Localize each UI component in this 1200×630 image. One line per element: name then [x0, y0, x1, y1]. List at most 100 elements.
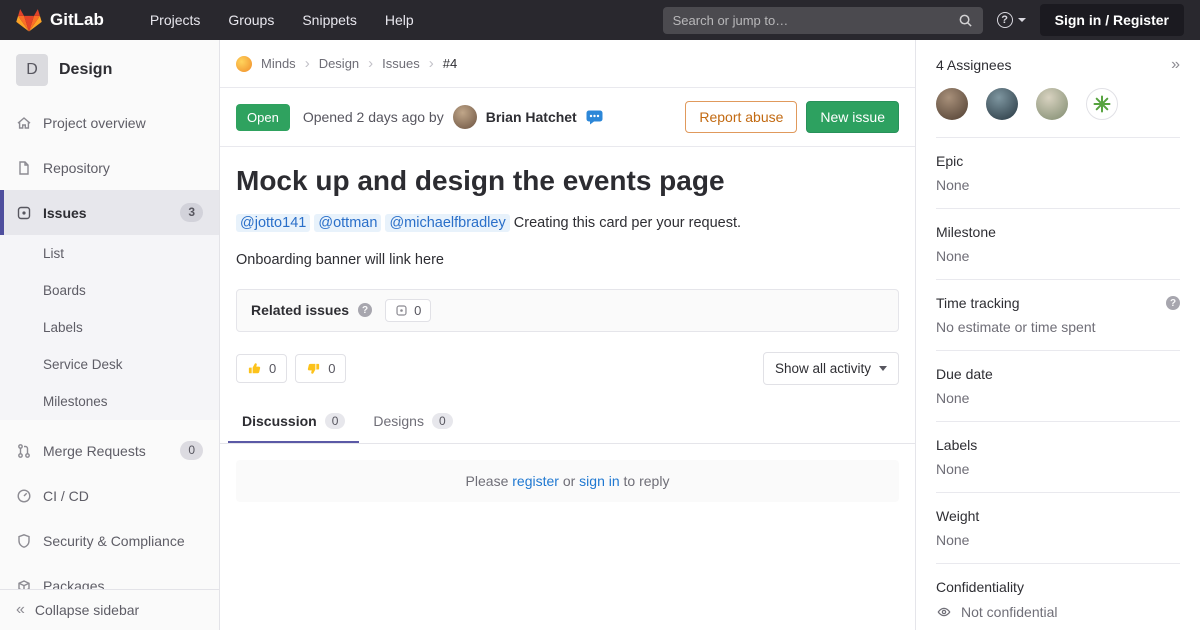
sidebar-item-label: Security & Compliance [43, 533, 185, 549]
gauge-icon [16, 488, 32, 504]
collapse-right-sidebar-icon[interactable]: » [1171, 57, 1180, 73]
section-label: Epic [936, 153, 1180, 169]
issue-status-row: Open Opened 2 days ago by Brian Hatchet … [220, 88, 915, 147]
assignee-avatar[interactable] [1086, 88, 1118, 120]
assignees-header: 4 Assignees » [936, 57, 1180, 73]
related-issues-count: 0 [414, 303, 421, 318]
nav-item-snippets[interactable]: Snippets [302, 12, 356, 28]
collapse-sidebar-button[interactable]: « Collapse sidebar [0, 589, 219, 630]
sidebar-item-ci-cd[interactable]: CI / CD [0, 473, 219, 518]
sidebar-section-weight: Weight None [936, 492, 1180, 563]
sidebar-section-labels: Labels None [936, 421, 1180, 492]
tab-designs[interactable]: Designs 0 [359, 401, 466, 443]
eye-icon [936, 605, 952, 619]
sign-in-register-button[interactable]: Sign in / Register [1040, 4, 1184, 36]
activity-filter-dropdown[interactable]: Show all activity [763, 352, 899, 385]
search-input[interactable] [673, 13, 958, 28]
project-avatar: D [16, 54, 48, 86]
reply-prompt: Please register or sign in to reply [236, 460, 899, 502]
help-circle-icon[interactable]: ? [1166, 296, 1180, 310]
sidebar-section-confidentiality: Confidentiality Not confidential [936, 563, 1180, 630]
status-badge: Open [236, 104, 290, 131]
section-value: No estimate or time spent [936, 319, 1180, 335]
section-value: None [936, 177, 1180, 193]
mention-link[interactable]: @jotto141 [236, 214, 310, 232]
breadcrumb-issue-number: #4 [443, 56, 457, 71]
sidebar-subitem-list[interactable]: List [0, 235, 219, 272]
section-label: Due date [936, 366, 1180, 382]
sidebar-item-project-overview[interactable]: Project overview [0, 100, 219, 145]
breadcrumb-issues[interactable]: Issues [382, 56, 420, 71]
register-link[interactable]: register [512, 473, 559, 489]
chevron-right-icon: › [305, 55, 310, 72]
sidebar-item-label: Merge Requests [43, 443, 146, 459]
chevron-right-icon: › [429, 55, 434, 72]
section-value: Not confidential [961, 604, 1058, 620]
help-circle-icon[interactable]: ? [358, 303, 372, 317]
sidebar-item-security-compliance[interactable]: Security & Compliance [0, 518, 219, 563]
nav-menu: Projects Groups Snippets Help [150, 12, 414, 28]
report-abuse-button[interactable]: Report abuse [685, 101, 797, 133]
tab-count-badge: 0 [325, 413, 346, 429]
issue-note: Onboarding banner will link here [236, 250, 899, 272]
new-issue-button[interactable]: New issue [806, 101, 899, 133]
mention-link[interactable]: @michaelfbradley [385, 214, 509, 232]
sidebar-item-label: Repository [43, 160, 110, 176]
issues-count-badge: 3 [180, 203, 203, 221]
assignees-title: 4 Assignees [936, 57, 1012, 73]
chevron-right-icon: › [368, 55, 373, 72]
sidebar-subitem-service-desk[interactable]: Service Desk [0, 346, 219, 383]
related-issues-widget: Related issues ? 0 [236, 289, 899, 332]
sidebar-item-issues[interactable]: Issues 3 [0, 190, 219, 235]
sidebar-subitem-boards[interactable]: Boards [0, 272, 219, 309]
sidebar-subitem-milestones[interactable]: Milestones [0, 383, 219, 420]
top-navbar: GitLab Projects Groups Snippets Help ? S… [0, 0, 1200, 40]
breadcrumb-group[interactable]: Minds [261, 56, 296, 71]
reply-text: to reply [624, 473, 670, 489]
sidebar-item-merge-requests[interactable]: Merge Requests 0 [0, 428, 219, 473]
author-name[interactable]: Brian Hatchet [486, 109, 577, 125]
sidebar-item-label: Issues [43, 205, 87, 221]
related-issues-title: Related issues [251, 302, 349, 318]
award-emoji-row: 0 0 Show all activity [236, 352, 899, 385]
thumbs-down-button[interactable]: 0 [295, 354, 346, 383]
thumbs-up-button[interactable]: 0 [236, 354, 287, 383]
sidebar-item-repository[interactable]: Repository [0, 145, 219, 190]
related-issues-count-pill: 0 [385, 299, 431, 322]
sign-in-link[interactable]: sign in [579, 473, 619, 489]
assignee-avatar[interactable] [1036, 88, 1068, 120]
issue-glyph-icon [395, 304, 408, 317]
merge-request-icon [16, 443, 32, 459]
nav-item-help[interactable]: Help [385, 12, 414, 28]
issues-section: Issues 3 List Boards Labels Service Desk… [0, 190, 219, 420]
assignee-avatar[interactable] [986, 88, 1018, 120]
assignee-avatar[interactable] [936, 88, 968, 120]
nav-item-projects[interactable]: Projects [150, 12, 201, 28]
gitlab-logo-link[interactable]: GitLab [16, 8, 104, 32]
gitlab-tanuki-icon [16, 8, 42, 32]
project-name: Design [59, 61, 112, 79]
section-label: Labels [936, 437, 1180, 453]
search-icon[interactable] [958, 13, 973, 28]
issue-title: Mock up and design the events page [236, 165, 899, 197]
group-avatar[interactable] [236, 56, 252, 72]
opened-text: Opened 2 days ago by [303, 109, 444, 125]
section-label: Weight [936, 508, 1180, 524]
tab-discussion[interactable]: Discussion 0 [228, 401, 359, 443]
mention-link[interactable]: @ottman [314, 214, 381, 232]
section-value: None [936, 248, 1180, 264]
issue-tabs: Discussion 0 Designs 0 [220, 401, 915, 444]
section-value: None [936, 461, 1180, 477]
nav-item-groups[interactable]: Groups [228, 12, 274, 28]
section-value: None [936, 532, 1180, 548]
sidebar-subitem-labels[interactable]: Labels [0, 309, 219, 346]
chevron-down-icon [879, 366, 887, 371]
merge-requests-count-badge: 0 [180, 441, 203, 459]
tab-count-badge: 0 [432, 413, 453, 429]
breadcrumb-project[interactable]: Design [319, 56, 359, 71]
help-dropdown[interactable]: ? [997, 12, 1026, 28]
description-text: Creating this card per your request. [514, 215, 741, 231]
project-header-link[interactable]: D Design [0, 40, 219, 100]
author-avatar[interactable] [453, 105, 477, 129]
chevron-down-icon [1018, 18, 1026, 22]
